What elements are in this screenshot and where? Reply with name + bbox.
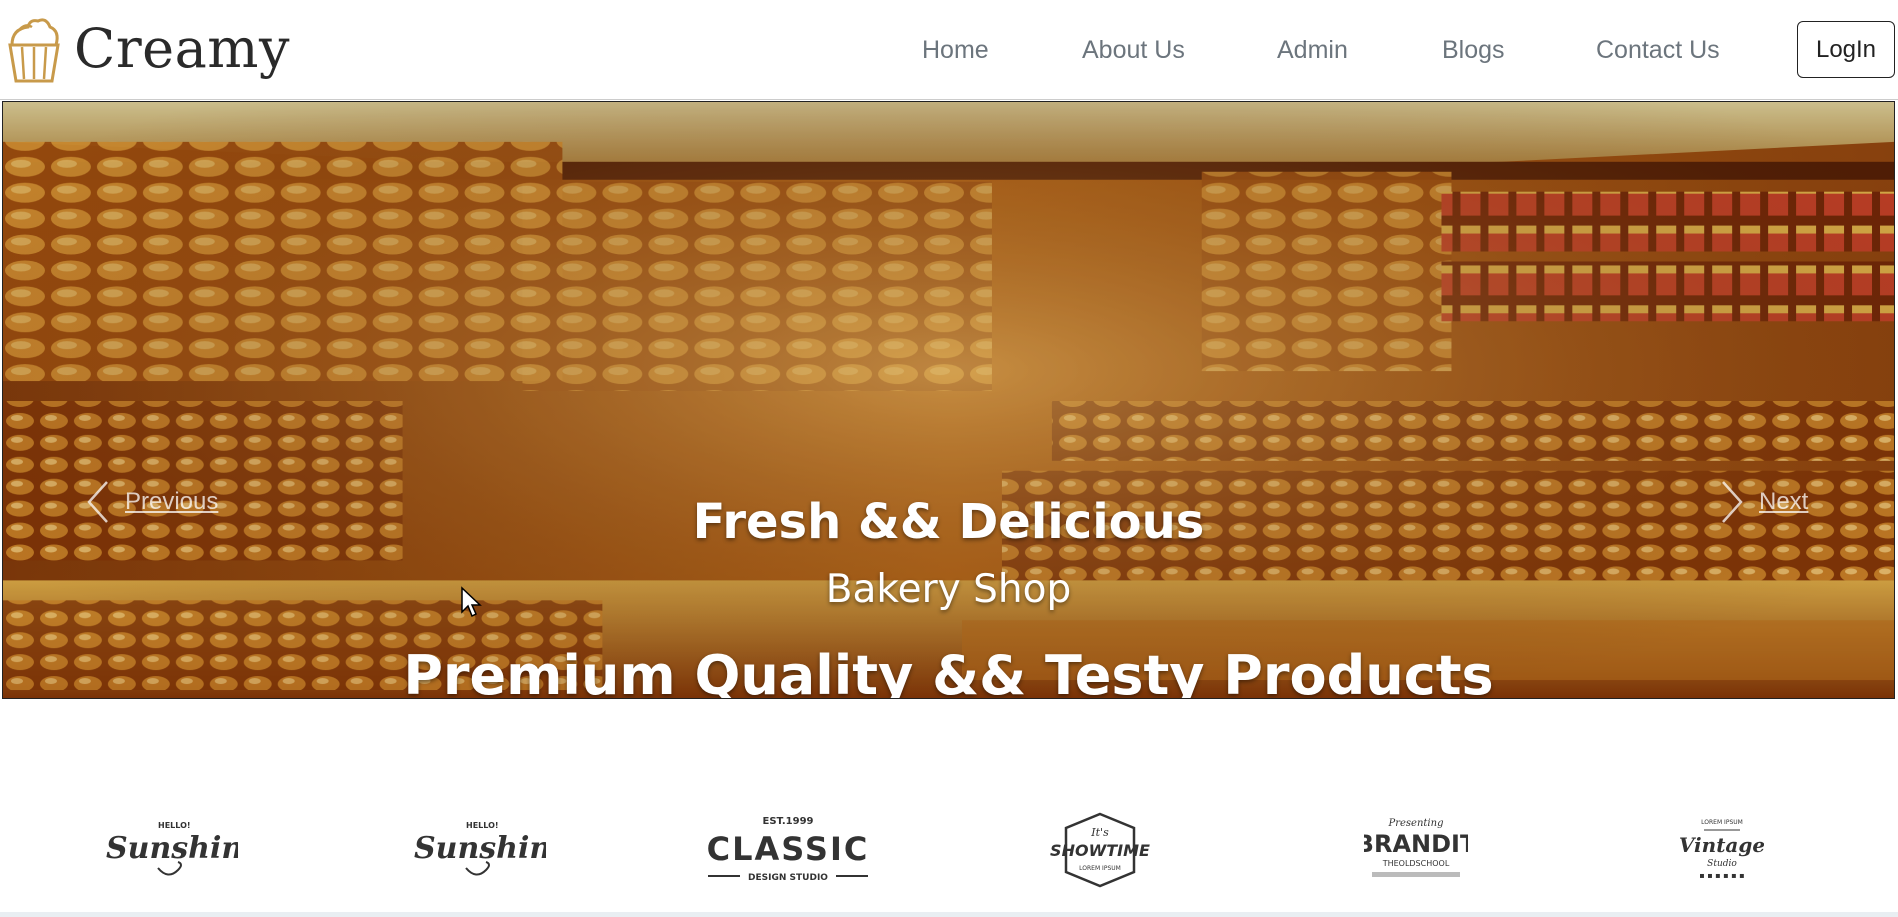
showtime-text: SHOWTIME xyxy=(1050,841,1150,860)
nav-blogs[interactable]: Blogs xyxy=(1442,36,1505,65)
sunshine-text: Sunshine xyxy=(106,831,238,866)
bottom-bar xyxy=(0,912,1898,917)
login-button[interactable]: LogIn xyxy=(1797,21,1895,78)
svg-text:▪ ▪ ▪ ▪ ▪ ▪: ▪ ▪ ▪ ▪ ▪ ▪ xyxy=(1699,871,1744,880)
classic-sub-text: DESIGN STUDIO xyxy=(748,873,828,883)
brandit-sub-text: THEOLDSCHOOL xyxy=(1382,859,1450,868)
showtime-sub-text: LOREM IPSUM xyxy=(1079,865,1121,872)
showtime-logo: It's SHOWTIME LOREM IPSUM xyxy=(1050,800,1150,900)
classic-text: CLASSIC xyxy=(707,830,870,868)
vintage-logo: LOREM IPSUM Vintage Studio ▪ ▪ ▪ ▪ ▪ ▪ xyxy=(1680,800,1764,900)
hero-carousel: Previous Next Fresh && Delicious Bakery … xyxy=(2,101,1895,699)
nav-admin[interactable]: Admin xyxy=(1277,36,1348,65)
showtime-top-text: It's xyxy=(1090,826,1109,839)
nav-about-us[interactable]: About Us xyxy=(1082,36,1185,65)
nav-home[interactable]: Home xyxy=(922,36,989,65)
sunshine-logo-2: HELLO! Sunshine xyxy=(406,800,546,900)
brand-logos-strip: HELLO! Sunshine HELLO! Sunshine EST.1999… xyxy=(0,800,1898,910)
brandit-logo: Presenting BRANDIT THEOLDSCHOOL xyxy=(1364,800,1468,900)
sunshine-top-text: HELLO! xyxy=(158,821,191,830)
brandit-text: BRANDIT xyxy=(1364,830,1468,858)
vintage-text: Vintage xyxy=(1680,833,1764,857)
classic-top-text: EST.1999 xyxy=(763,816,814,827)
hero-subheadline: Bakery Shop xyxy=(825,567,1072,612)
nav-contact-us[interactable]: Contact Us xyxy=(1596,36,1720,65)
brandit-top-text: Presenting xyxy=(1388,818,1444,829)
hero-tagline: Premium Quality && Testy Products xyxy=(403,644,1494,699)
sunshine-2-top-text: HELLO! xyxy=(466,821,499,830)
mouse-cursor-icon xyxy=(461,586,482,618)
vintage-top-text: LOREM IPSUM xyxy=(1701,819,1743,826)
vintage-sub-text: Studio xyxy=(1707,859,1737,869)
navbar: Creamy Home About Us Admin Blogs Contact… xyxy=(0,0,1898,100)
classic-logo: EST.1999 CLASSIC DESIGN STUDIO xyxy=(700,800,876,900)
sunshine-2-text: Sunshine xyxy=(414,831,546,866)
sunshine-logo: HELLO! Sunshine xyxy=(98,800,238,900)
nav-links: Home About Us Admin Blogs Contact Us xyxy=(0,36,1898,66)
hero-headline: Fresh && Delicious xyxy=(692,494,1205,550)
